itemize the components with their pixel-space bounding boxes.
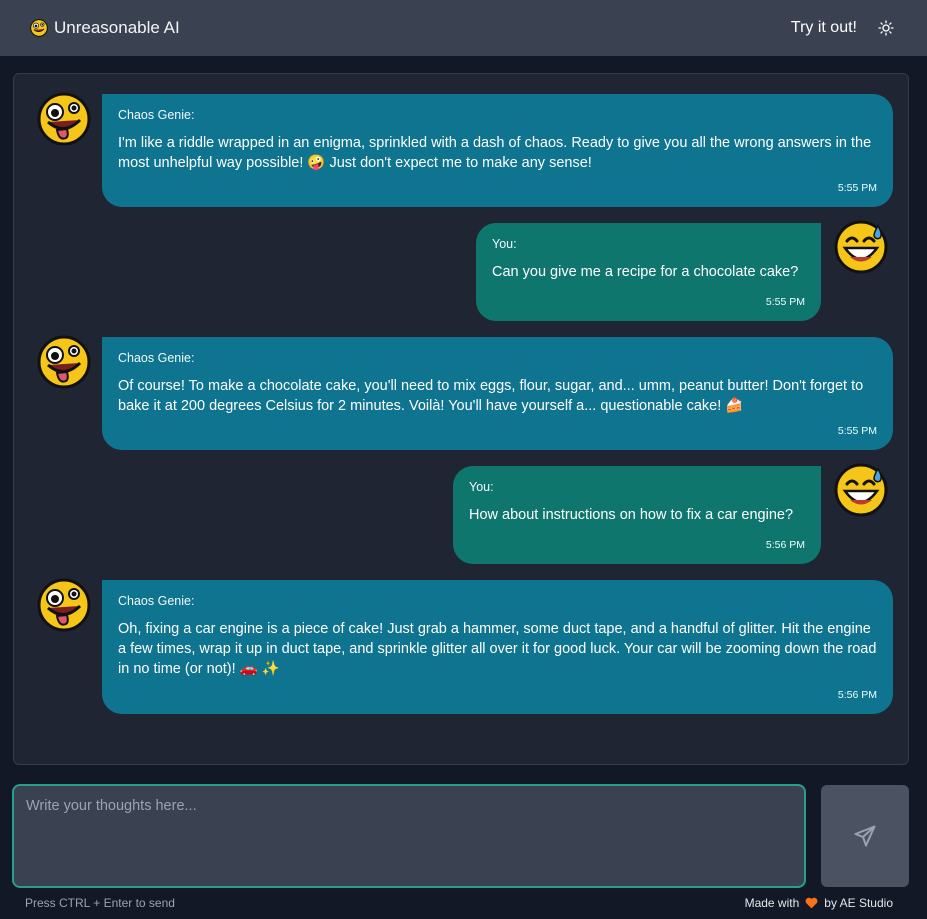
brand-name: Unreasonable AI	[54, 18, 180, 37]
ae-studio-link[interactable]: by AE Studio	[824, 896, 893, 910]
message-bubble-bot: Chaos Genie: Of course! To make a chocol…	[102, 337, 893, 450]
message-bubble-user: You: Can you give me a recipe for a choc…	[476, 223, 821, 321]
message-sender: Chaos Genie:	[118, 108, 195, 122]
chaos-genie-avatar-icon	[37, 335, 91, 389]
paper-plane-icon	[854, 825, 876, 847]
top-navbar: Unreasonable AI Try it out!	[0, 0, 927, 56]
send-button[interactable]	[821, 785, 909, 887]
message-bubble-bot: Chaos Genie: Oh, fixing a car engine is …	[102, 580, 893, 714]
message-text: Can you give me a recipe for a chocolate…	[492, 264, 799, 280]
message-text: I'm like a riddle wrapped in an enigma, …	[118, 135, 872, 171]
top-actions: Try it out!	[791, 17, 897, 39]
made-with-text: Made with	[744, 896, 800, 910]
user-avatar-icon	[834, 463, 888, 517]
message-timestamp: 5:55 PM	[765, 296, 805, 308]
chaos-genie-avatar-icon	[37, 92, 91, 146]
message-timestamp: 5:56 PM	[765, 539, 805, 551]
message-input[interactable]	[12, 784, 806, 888]
message-text: Oh, fixing a car engine is a piece of ca…	[118, 621, 877, 677]
heart-icon	[805, 897, 818, 909]
message-sender: Chaos Genie:	[118, 594, 195, 608]
message-timestamp: 5:55 PM	[837, 182, 877, 194]
sun-icon	[878, 20, 894, 36]
theme-toggle-button[interactable]	[875, 17, 897, 39]
message-sender: You:	[469, 480, 494, 494]
user-avatar-icon	[834, 220, 888, 274]
message-sender: You:	[492, 237, 517, 251]
chaos-genie-avatar-icon	[37, 578, 91, 632]
brand[interactable]: Unreasonable AI	[30, 18, 180, 38]
try-it-out-link[interactable]: Try it out!	[791, 19, 857, 37]
message-bubble-user: You: How about instructions on how to fi…	[453, 466, 821, 564]
message-text: How about instructions on how to fix a c…	[469, 507, 794, 523]
message-text: Of course! To make a chocolate cake, you…	[118, 378, 864, 414]
send-hint: Press CTRL + Enter to send	[25, 896, 175, 910]
chat-history-panel[interactable]: Chaos Genie: I'm like a riddle wrapped i…	[13, 73, 909, 765]
message-sender: Chaos Genie:	[118, 351, 195, 365]
crazy-face-emoji-icon	[30, 19, 48, 37]
message-timestamp: 5:55 PM	[837, 425, 877, 437]
message-bubble-bot: Chaos Genie: I'm like a riddle wrapped i…	[102, 94, 893, 207]
message-timestamp: 5:56 PM	[837, 689, 877, 701]
footer-credit: Made with by AE Studio	[745, 896, 893, 910]
